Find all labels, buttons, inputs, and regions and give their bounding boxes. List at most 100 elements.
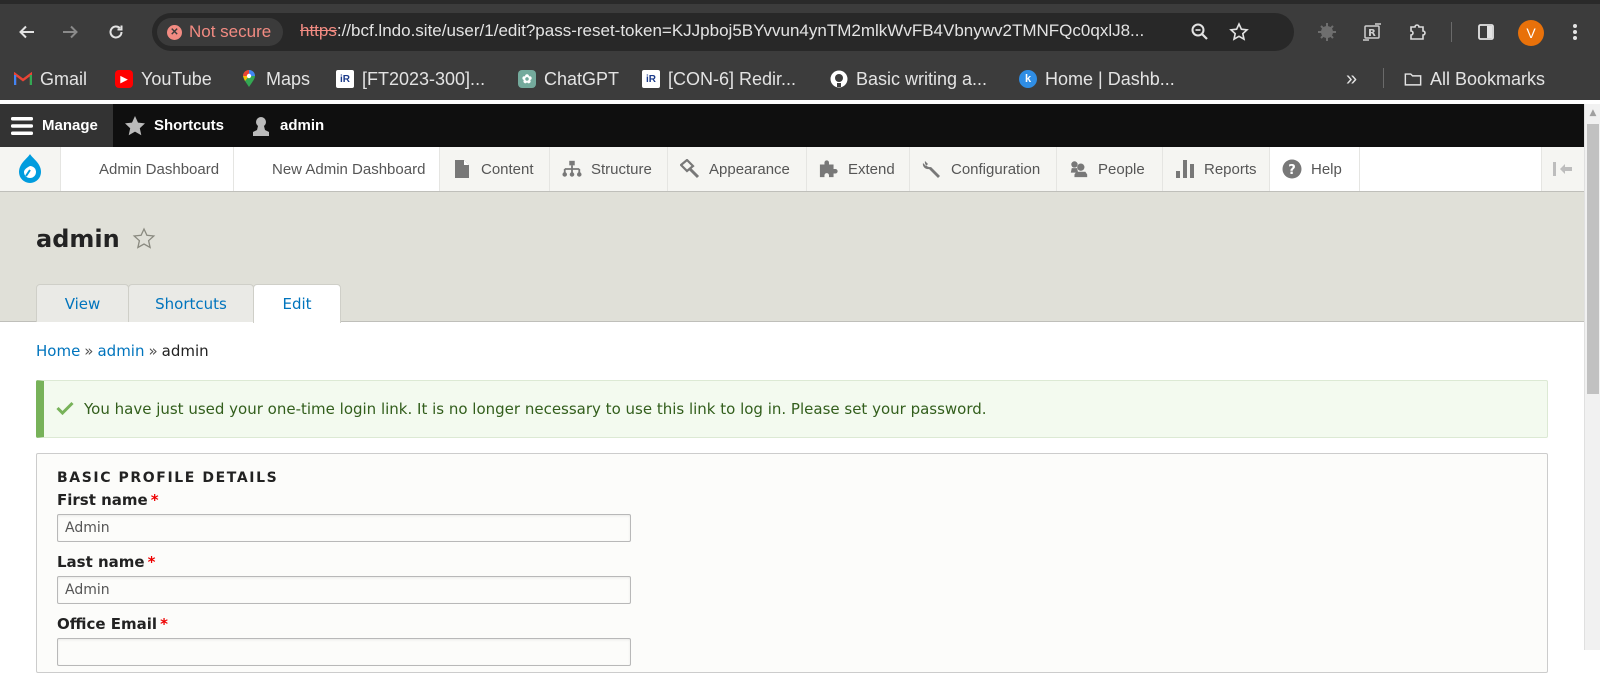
ir-logo-icon: iR <box>336 70 354 88</box>
manage-label: Manage <box>42 117 98 134</box>
chevron-double-right-icon: » <box>1346 67 1358 90</box>
scroll-up-arrow-icon[interactable]: ▲ <box>1585 104 1600 122</box>
scrollbar-thumb[interactable] <box>1587 124 1599 394</box>
tab-view[interactable]: View <box>36 284 129 322</box>
bookmark-chatgpt[interactable]: ✿ ChatGPT <box>518 66 619 92</box>
tab-label: Shortcuts <box>155 294 227 313</box>
tray-item-new-admin-dashboard[interactable]: New Admin Dashboard <box>234 147 440 191</box>
drupal-logo-icon <box>19 154 41 183</box>
bookmark-label: Gmail <box>40 68 88 89</box>
paint-roller-icon <box>680 159 700 179</box>
wrench-icon <box>922 159 942 179</box>
tray-item-configuration[interactable]: Configuration <box>910 147 1057 191</box>
forward-button[interactable] <box>56 18 84 46</box>
security-label: Not secure <box>189 22 272 41</box>
breadcrumb-home-link[interactable]: Home <box>36 342 80 360</box>
bookmarks-separator <box>1383 68 1384 88</box>
tray-item-people[interactable]: People <box>1057 147 1163 191</box>
security-chip[interactable]: ✕ Not secure <box>157 18 284 46</box>
extension-bug-icon[interactable] <box>1315 20 1339 44</box>
page-header: admin View Shortcuts Edit <box>0 192 1584 323</box>
office-email-input[interactable] <box>57 638 631 666</box>
tray-item-structure[interactable]: Structure <box>550 147 668 191</box>
back-button[interactable] <box>13 18 41 46</box>
bookmark-home-dashboard[interactable]: k Home | Dashb... <box>1019 66 1175 92</box>
tab-edit[interactable]: Edit <box>253 284 341 323</box>
tray-item-reports[interactable]: Reports <box>1163 147 1270 191</box>
tray-item-extend[interactable]: Extend <box>807 147 910 191</box>
forward-arrow-icon <box>63 25 78 39</box>
bookmark-label: [FT2023-300]... <box>362 68 486 89</box>
profile-avatar[interactable]: V <box>1518 20 1544 46</box>
tray-item-label: Appearance <box>709 160 790 178</box>
tab-label: View <box>64 294 101 313</box>
field-label-text: Last name <box>57 553 145 571</box>
tray-item-content[interactable]: Content <box>440 147 550 191</box>
toolbar-shortcuts-tab[interactable]: Shortcuts <box>114 104 234 147</box>
star-icon <box>125 115 145 135</box>
shortcut-star-icon[interactable] <box>132 227 156 251</box>
user-icon <box>253 116 269 136</box>
reload-button[interactable] <box>102 18 130 46</box>
tray-item-label: Reports <box>1204 160 1257 178</box>
bookmark-label: Home | Dashb... <box>1045 68 1175 89</box>
bookmark-label: YouTube <box>141 68 212 89</box>
all-bookmarks-label: All Bookmarks <box>1430 68 1546 89</box>
toolbar-orientation-toggle[interactable] <box>1541 147 1584 191</box>
extension-r-icon[interactable]: R <box>1360 20 1384 44</box>
tray-item-label: New Admin Dashboard <box>272 160 426 178</box>
bookmarks-bar: Gmail ▶ YouTube Maps iR [FT2023-300]... … <box>0 62 1600 96</box>
tray-item-admin-dashboard[interactable]: Admin Dashboard <box>61 147 234 191</box>
bookmark-maps[interactable]: Maps <box>240 66 310 92</box>
admin-toolbar-tray: Admin Dashboard New Admin Dashboard Cont… <box>0 147 1584 192</box>
breadcrumb-separator: » <box>148 342 158 360</box>
basic-profile-fieldset: BASIC PROFILE DETAILS First name* Last n… <box>36 453 1548 673</box>
tray-item-label: Structure <box>591 160 652 178</box>
tab-label: Edit <box>282 295 312 313</box>
bar-chart-icon <box>1175 159 1195 179</box>
url-path: ://bcf.lndo.site/user/1/edit?pass-reset-… <box>336 21 1145 40</box>
bookmark-youtube[interactable]: ▶ YouTube <box>115 66 212 92</box>
tray-item-label: Extend <box>848 160 895 178</box>
zoom-lens-icon[interactable] <box>1188 20 1212 44</box>
tab-shortcuts[interactable]: Shortcuts <box>128 284 254 322</box>
bookmark-github[interactable]: Basic writing a... <box>830 66 987 92</box>
collapse-left-icon <box>1553 162 1572 176</box>
tray-item-label: Admin Dashboard <box>99 160 220 178</box>
chatgpt-icon: ✿ <box>518 70 536 88</box>
file-icon <box>452 159 472 179</box>
all-bookmarks-button[interactable]: All Bookmarks <box>1404 66 1545 92</box>
more-menu-icon[interactable] <box>1563 20 1587 44</box>
svg-text:?: ? <box>1288 163 1296 178</box>
first-name-label: First name * <box>57 491 159 509</box>
browser-chrome: ✕ Not secure https://bcf.lndo.site/user/… <box>0 0 1600 100</box>
last-name-input[interactable] <box>57 576 631 604</box>
bookmark-star-icon[interactable] <box>1227 20 1251 44</box>
first-name-input[interactable] <box>57 514 631 542</box>
field-label-text: First name <box>57 491 148 509</box>
bookmark-ft2023[interactable]: iR [FT2023-300]... <box>336 66 485 92</box>
people-icon <box>1069 159 1089 179</box>
github-icon <box>830 70 848 88</box>
last-name-label: Last name * <box>57 553 155 571</box>
tray-item-label: People <box>1098 160 1145 178</box>
toolbar-manage-tab[interactable]: Manage <box>0 104 113 147</box>
toolbar-user-tab[interactable]: admin <box>240 104 334 147</box>
required-marker: * <box>160 615 168 633</box>
page-title: admin <box>36 225 156 253</box>
side-panel-icon[interactable] <box>1474 20 1498 44</box>
bookmark-gmail[interactable]: Gmail <box>14 66 87 92</box>
toolbar-separator <box>1451 22 1452 42</box>
address-bar[interactable]: ✕ Not secure https://bcf.lndo.site/user/… <box>152 13 1294 51</box>
url-text[interactable]: https://bcf.lndo.site/user/1/edit?pass-r… <box>300 21 1180 41</box>
drupal-home-link[interactable] <box>0 147 61 191</box>
tray-item-appearance[interactable]: Appearance <box>668 147 807 191</box>
extensions-puzzle-icon[interactable] <box>1406 20 1430 44</box>
breadcrumb-current: admin <box>161 342 209 360</box>
tab-strip <box>0 0 1600 4</box>
more-bookmarks-button[interactable]: » <box>1346 66 1357 92</box>
page-scrollbar[interactable]: ▲ <box>1584 104 1600 650</box>
breadcrumb-admin-link[interactable]: admin <box>97 342 144 360</box>
tray-item-help[interactable]: ? Help <box>1270 147 1360 191</box>
bookmark-con6[interactable]: iR [CON-6] Redir... <box>642 66 796 92</box>
